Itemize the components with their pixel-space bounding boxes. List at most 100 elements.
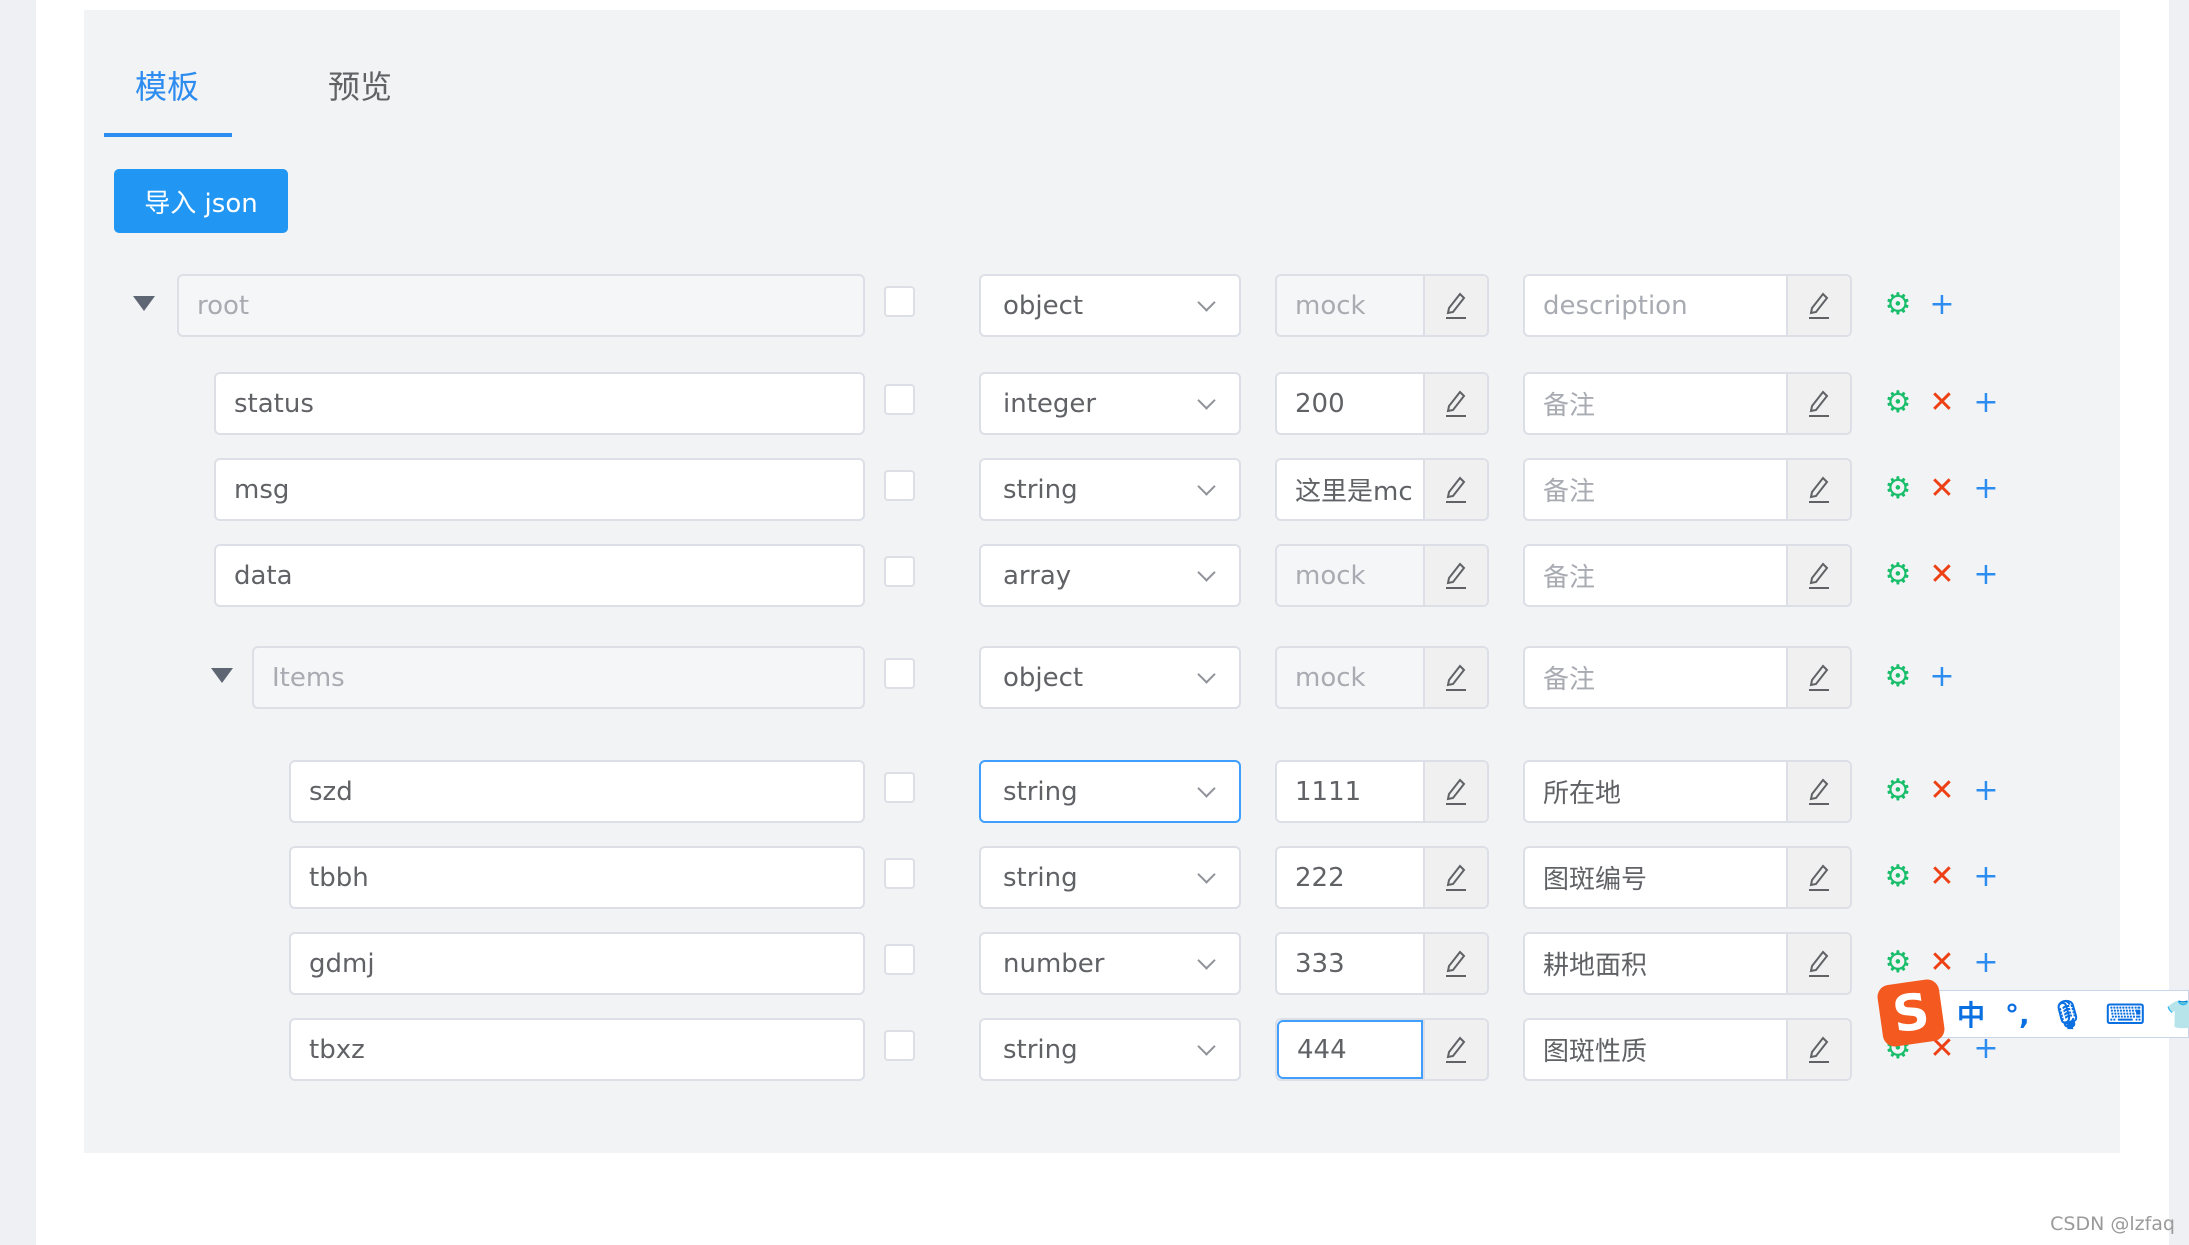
- keyboard-icon[interactable]: ⌨: [2105, 998, 2145, 1031]
- field-name-input[interactable]: root: [177, 274, 865, 337]
- mock-input[interactable]: 1111: [1277, 762, 1423, 821]
- description-input-group: 耕地面积: [1523, 932, 1852, 995]
- plus-icon[interactable]: +: [1970, 557, 2002, 592]
- mock-input[interactable]: mock: [1277, 276, 1423, 335]
- pencil-icon[interactable]: [1423, 546, 1487, 605]
- required-checkbox[interactable]: [884, 556, 915, 587]
- gear-icon[interactable]: ⚙: [1882, 945, 1914, 980]
- required-checkbox[interactable]: [884, 470, 915, 501]
- pencil-icon[interactable]: [1423, 848, 1487, 907]
- pencil-icon[interactable]: [1786, 546, 1850, 605]
- required-checkbox[interactable]: [884, 658, 915, 689]
- plus-icon[interactable]: +: [1926, 659, 1958, 694]
- pencil-icon[interactable]: [1423, 276, 1487, 335]
- pencil-icon[interactable]: [1786, 848, 1850, 907]
- required-checkbox[interactable]: [884, 772, 915, 803]
- pencil-icon[interactable]: [1786, 648, 1850, 707]
- type-select[interactable]: array: [979, 544, 1241, 607]
- pencil-icon[interactable]: [1786, 460, 1850, 519]
- type-select[interactable]: string: [979, 1018, 1241, 1081]
- gear-icon[interactable]: ⚙: [1882, 471, 1914, 506]
- schema-row: status integer 200 备注 ⚙ ✕ +: [0, 372, 2189, 436]
- caret-down-icon[interactable]: [133, 296, 155, 311]
- ime-mode[interactable]: 中: [1957, 994, 1985, 1034]
- close-icon[interactable]: ✕: [1926, 471, 1958, 506]
- field-name-input[interactable]: Items: [252, 646, 865, 709]
- mock-input[interactable]: 333: [1277, 934, 1423, 993]
- pencil-icon[interactable]: [1786, 1020, 1850, 1079]
- close-icon[interactable]: ✕: [1926, 945, 1958, 980]
- pencil-icon[interactable]: [1786, 934, 1850, 993]
- pencil-icon[interactable]: [1423, 374, 1487, 433]
- description-input[interactable]: 耕地面积: [1525, 934, 1786, 993]
- plus-icon[interactable]: +: [1970, 945, 2002, 980]
- field-name-input[interactable]: tbbh: [289, 846, 865, 909]
- close-icon[interactable]: ✕: [1926, 557, 1958, 592]
- description-input[interactable]: 备注: [1525, 374, 1786, 433]
- description-input[interactable]: 所在地: [1525, 762, 1786, 821]
- required-checkbox[interactable]: [884, 1030, 915, 1061]
- plus-icon[interactable]: +: [1926, 287, 1958, 322]
- pencil-icon[interactable]: [1423, 1020, 1487, 1079]
- pencil-icon[interactable]: [1423, 934, 1487, 993]
- type-select[interactable]: integer: [979, 372, 1241, 435]
- field-name-input[interactable]: szd: [289, 760, 865, 823]
- mock-input[interactable]: 200: [1277, 374, 1423, 433]
- required-checkbox[interactable]: [884, 384, 915, 415]
- type-select[interactable]: string: [979, 760, 1241, 823]
- sogou-logo-icon[interactable]: S: [1875, 977, 1947, 1049]
- close-icon[interactable]: ✕: [1926, 859, 1958, 894]
- description-input[interactable]: description: [1525, 276, 1786, 335]
- pencil-icon[interactable]: [1423, 762, 1487, 821]
- mock-input[interactable]: 222: [1277, 848, 1423, 907]
- chevron-down-icon: [1197, 865, 1216, 884]
- type-select[interactable]: string: [979, 846, 1241, 909]
- field-name-input[interactable]: msg: [214, 458, 865, 521]
- caret-down-icon[interactable]: [211, 668, 233, 683]
- close-icon[interactable]: ✕: [1926, 385, 1958, 420]
- type-select[interactable]: object: [979, 274, 1241, 337]
- plus-icon[interactable]: +: [1970, 471, 2002, 506]
- description-input-group: 备注: [1523, 458, 1852, 521]
- gear-icon[interactable]: ⚙: [1882, 659, 1914, 694]
- description-input[interactable]: 备注: [1525, 460, 1786, 519]
- tab-preview[interactable]: 预览: [328, 62, 392, 108]
- mock-input[interactable]: 444: [1277, 1020, 1423, 1079]
- gear-icon[interactable]: ⚙: [1882, 859, 1914, 894]
- pencil-icon[interactable]: [1786, 276, 1850, 335]
- type-select[interactable]: number: [979, 932, 1241, 995]
- description-input[interactable]: 图斑性质: [1525, 1020, 1786, 1079]
- description-input[interactable]: 备注: [1525, 648, 1786, 707]
- field-name-input[interactable]: tbxz: [289, 1018, 865, 1081]
- plus-icon[interactable]: +: [1970, 859, 2002, 894]
- plus-icon[interactable]: +: [1970, 773, 2002, 808]
- gear-icon[interactable]: ⚙: [1882, 557, 1914, 592]
- microphone-icon[interactable]: 🎙: [2050, 998, 2086, 1031]
- field-name-input[interactable]: status: [214, 372, 865, 435]
- import-json-button[interactable]: 导入 json: [114, 169, 288, 233]
- close-icon[interactable]: ✕: [1926, 773, 1958, 808]
- pencil-icon[interactable]: [1423, 648, 1487, 707]
- gear-icon[interactable]: ⚙: [1882, 385, 1914, 420]
- field-name-input[interactable]: data: [214, 544, 865, 607]
- ime-punct[interactable]: °,: [2005, 998, 2030, 1031]
- skin-icon[interactable]: 👕: [2166, 998, 2189, 1031]
- mock-input[interactable]: mock: [1277, 648, 1423, 707]
- pencil-icon[interactable]: [1786, 762, 1850, 821]
- pencil-icon[interactable]: [1423, 460, 1487, 519]
- field-name-input[interactable]: gdmj: [289, 932, 865, 995]
- pencil-icon[interactable]: [1786, 374, 1850, 433]
- plus-icon[interactable]: +: [1970, 385, 2002, 420]
- mock-input[interactable]: mock: [1277, 546, 1423, 605]
- type-select[interactable]: string: [979, 458, 1241, 521]
- tab-template[interactable]: 模板: [135, 62, 199, 108]
- required-checkbox[interactable]: [884, 286, 915, 317]
- gear-icon[interactable]: ⚙: [1882, 773, 1914, 808]
- mock-input[interactable]: 这里是mc: [1277, 460, 1423, 519]
- required-checkbox[interactable]: [884, 858, 915, 889]
- gear-icon[interactable]: ⚙: [1882, 287, 1914, 322]
- type-select[interactable]: object: [979, 646, 1241, 709]
- description-input[interactable]: 备注: [1525, 546, 1786, 605]
- description-input[interactable]: 图斑编号: [1525, 848, 1786, 907]
- required-checkbox[interactable]: [884, 944, 915, 975]
